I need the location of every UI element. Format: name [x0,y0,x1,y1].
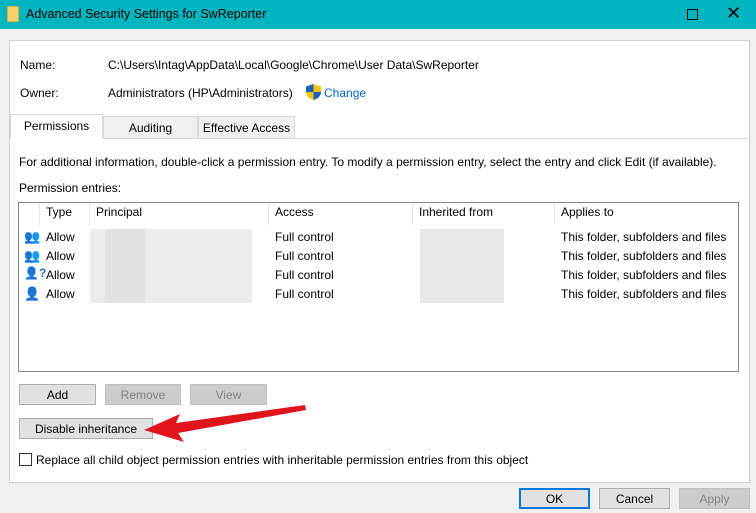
tab-effective-access[interactable]: Effective Access [198,116,295,138]
name-value: C:\Users\Intag\AppData\Local\Google\Chro… [108,58,479,72]
column-header-type[interactable]: Type [46,205,72,219]
owner-label: Owner: [20,86,59,100]
applies-to-cell: This folder, subfolders and files [561,268,727,282]
uac-shield-icon [306,84,321,100]
column-separator [89,203,90,225]
table-row[interactable]: 👥 Allow Full control This folder, subfol… [19,228,738,247]
permission-entries-label: Permission entries: [19,181,122,195]
owner-value: Administrators (HP\Administrators) [108,86,293,100]
change-owner-link[interactable]: Change [324,86,366,100]
user-group-icon: 👥 [24,229,41,244]
tab-divider [9,138,750,139]
applies-to-cell: This folder, subfolders and files [561,230,727,244]
type-cell: Allow [46,287,75,301]
tab-label: Auditing [128,121,173,135]
column-header-applies-to[interactable]: Applies to [561,205,614,219]
annotation-arrow-icon [144,405,306,442]
type-cell: Allow [46,249,75,263]
tab-auditing[interactable]: Auditing [103,116,198,138]
title-bar: Advanced Security Settings for SwReporte… [0,0,756,29]
column-separator [412,203,413,225]
type-cell: Allow [46,268,75,282]
type-cell: Allow [46,230,75,244]
add-button[interactable]: Add [19,384,96,405]
close-button[interactable]: ✕ [726,3,741,24]
tab-label: Permissions [23,119,90,133]
applies-to-cell: This folder, subfolders and files [561,287,727,301]
table-row[interactable]: 👤 Allow Full control This folder, subfol… [19,285,738,304]
ok-button[interactable]: OK [519,488,590,509]
table-row[interactable]: 👤? Allow Full control This folder, subfo… [19,266,738,285]
folder-icon [7,6,19,22]
window-title: Advanced Security Settings for SwReporte… [26,7,267,21]
applies-to-cell: This folder, subfolders and files [561,249,727,263]
disable-inheritance-button[interactable]: Disable inheritance [19,418,153,439]
access-cell: Full control [275,230,334,244]
access-cell: Full control [275,268,334,282]
column-separator [554,203,555,225]
column-separator [39,203,40,225]
user-icon: 👤 [24,286,41,301]
user-group-icon: 👥 [24,248,41,263]
replace-child-permissions-label: Replace all child object permission entr… [36,453,529,467]
tab-permissions[interactable]: Permissions [10,114,103,139]
access-cell: Full control [275,287,334,301]
table-row[interactable]: 👥 Allow Full control This folder, subfol… [19,247,738,266]
column-header-principal[interactable]: Principal [96,205,142,219]
column-separator [268,203,269,225]
name-label: Name: [20,58,56,72]
instructions-text: For additional information, double-click… [19,155,717,169]
maximize-button[interactable] [687,9,698,20]
cancel-button[interactable]: Cancel [599,488,670,509]
column-header-inherited-from[interactable]: Inherited from [419,205,493,219]
unknown-user-icon: 👤? [24,266,47,280]
replace-child-permissions-checkbox[interactable] [19,453,32,466]
access-cell: Full control [275,249,334,263]
apply-button[interactable]: Apply [679,488,750,509]
column-header-access[interactable]: Access [275,205,314,219]
tab-label: Effective Access [202,121,291,135]
